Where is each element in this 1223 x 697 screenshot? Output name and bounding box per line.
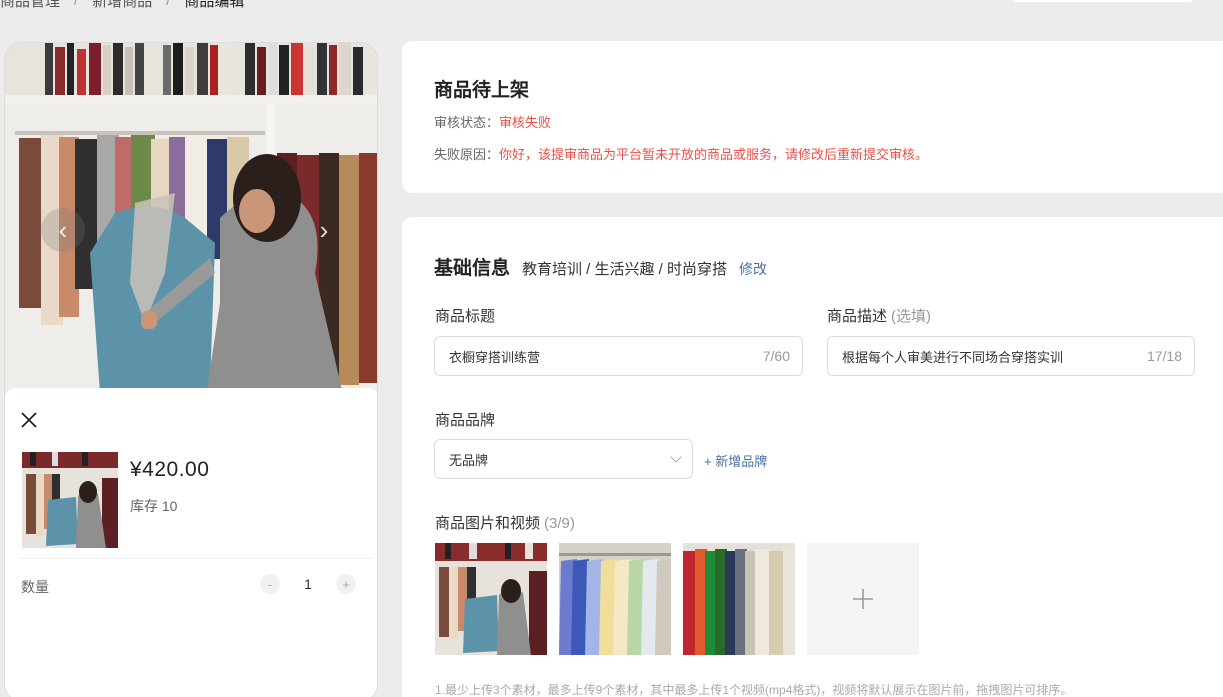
- breadcrumb-item-current: 商品编辑: [184, 0, 245, 10]
- media-item[interactable]: [435, 543, 547, 655]
- quantity-value: 1: [304, 576, 312, 592]
- chevron-down-icon: [670, 451, 682, 463]
- title-input-value: 衣橱穿搭训练营: [449, 349, 541, 365]
- brand-select-value: 无品牌: [449, 452, 489, 468]
- failure-reason-label: 失败原因：: [434, 147, 500, 162]
- brand-select[interactable]: 无品牌: [434, 439, 693, 479]
- title-field-label-text: 商品标题: [435, 308, 496, 325]
- status-title: 商品待上架: [434, 80, 530, 101]
- carousel-next-button[interactable]: ›: [307, 208, 341, 252]
- chevron-right-icon: ›: [319, 214, 329, 245]
- breadcrumb-item-2[interactable]: 新增商品: [92, 0, 152, 11]
- category-path: 教育培训 / 生活兴趣 / 时尚穿搭: [522, 261, 728, 278]
- quantity-label: 数量: [21, 579, 49, 595]
- product-main-image: ‹ ›: [5, 43, 377, 403]
- breadcrumb: 商品管理 / 新增商品 / 商品编辑: [0, 0, 244, 11]
- page: 商品管理 / 新增商品 / 商品编辑 ‹ › ¥420.00 库存 10 数量 …: [0, 0, 1223, 697]
- failure-reason: 失败原因：你好，该提审商品为平台暂未开放的商品或服务，请修改后重新提交审核。: [434, 144, 928, 163]
- description-field-label: 商品描述 (选填): [827, 305, 931, 326]
- breadcrumb-separator: /: [74, 0, 79, 9]
- media-field-label-text: 商品图片和视频: [435, 515, 541, 532]
- description-input[interactable]: 根据每个人审美进行不同场合穿搭实训 17/18: [827, 336, 1195, 376]
- media-thumbnail: [559, 543, 671, 655]
- media-list: [435, 543, 919, 655]
- title-input[interactable]: 衣橱穿搭训练营 7/60: [434, 336, 803, 376]
- failure-reason-value: 你好，该提审商品为平台暂未开放的商品或服务，请修改后重新提交审核。: [499, 147, 929, 162]
- plus-icon: [853, 589, 873, 609]
- breadcrumb-item-1[interactable]: 商品管理: [0, 0, 60, 11]
- media-thumbnail: [435, 543, 547, 655]
- status-card: 商品待上架 审核状态：审核失败 失败原因：你好，该提审商品为平台暂未开放的商品或…: [402, 41, 1223, 193]
- optional-hint: (选填): [891, 308, 932, 325]
- divider: [19, 558, 373, 559]
- close-button[interactable]: [19, 410, 39, 430]
- media-upload-hint: 1.最少上传3个素材，最多上传9个素材，其中最多上传1个视频(mp4格式)，视频…: [435, 683, 1073, 697]
- media-count: (3/9): [544, 515, 575, 532]
- quantity-stepper: - 1 +: [260, 574, 356, 594]
- chevron-left-icon: ‹: [58, 214, 68, 245]
- media-field-label: 商品图片和视频 (3/9): [435, 512, 575, 533]
- breadcrumb-separator: /: [166, 0, 171, 9]
- review-status-label: 审核状态：: [434, 115, 500, 130]
- description-field-label-text: 商品描述: [827, 308, 888, 325]
- brand-field-label-text: 商品品牌: [435, 412, 496, 429]
- edit-category-link[interactable]: 修改: [739, 259, 767, 279]
- sku-stock: 库存 10: [130, 498, 178, 514]
- brand-field-label: 商品品牌: [435, 409, 495, 430]
- description-char-count: 17/18: [1146, 348, 1182, 364]
- review-status-value: 审核失败: [499, 115, 552, 130]
- carousel-prev-button[interactable]: ‹: [41, 208, 85, 252]
- title-char-count: 7/60: [762, 348, 790, 364]
- sku-sheet: ¥420.00 库存 10 数量 - 1 +: [5, 388, 377, 697]
- review-status: 审核状态：审核失败: [434, 112, 551, 131]
- media-thumbnail: [683, 543, 795, 655]
- description-input-value: 根据每个人审美进行不同场合穿搭实训: [842, 349, 1064, 365]
- header-action-area[interactable]: [1013, 0, 1193, 2]
- sku-price: ¥420.00: [130, 458, 210, 481]
- close-icon: [21, 412, 37, 428]
- basic-info-card: 基础信息 教育培训 / 生活兴趣 / 时尚穿搭 修改 商品标题 衣橱穿搭训练营 …: [402, 217, 1223, 697]
- add-brand-link[interactable]: + 新增品牌: [704, 451, 767, 470]
- quantity-increase-button[interactable]: +: [336, 574, 356, 594]
- phone-preview: ‹ › ¥420.00 库存 10 数量 - 1 +: [4, 42, 378, 697]
- title-field-label: 商品标题: [435, 305, 495, 326]
- section-title: 基础信息: [434, 258, 511, 279]
- add-media-button[interactable]: [807, 543, 919, 655]
- sku-thumbnail: [22, 452, 118, 548]
- quantity-decrease-button[interactable]: -: [260, 574, 280, 594]
- basic-info-header: 基础信息 教育培训 / 生活兴趣 / 时尚穿搭 修改: [434, 253, 767, 280]
- media-item[interactable]: [683, 543, 795, 655]
- media-item[interactable]: [559, 543, 671, 655]
